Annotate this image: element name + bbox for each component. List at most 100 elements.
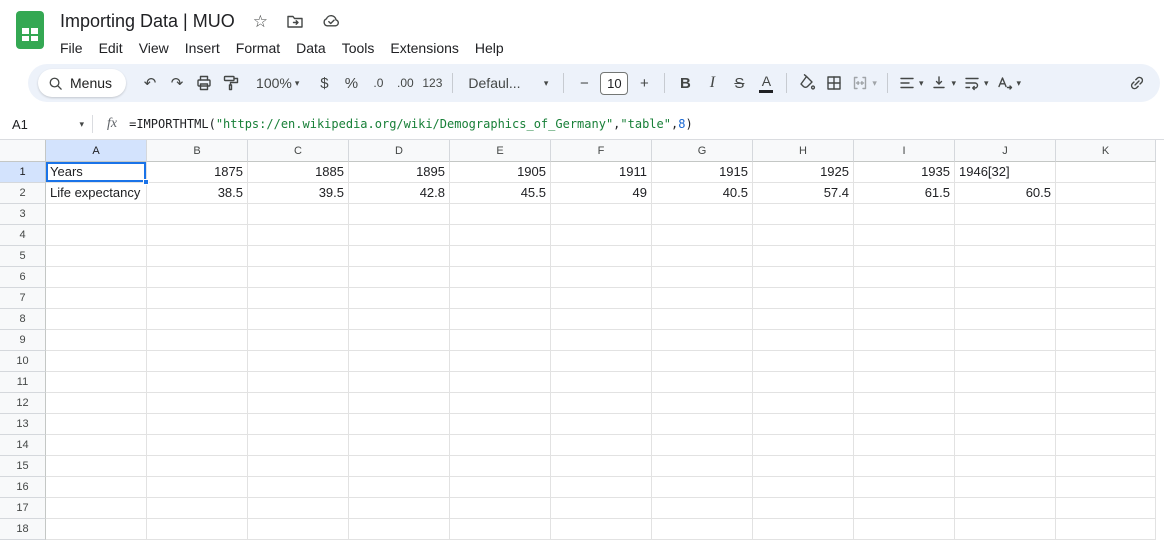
cell-C5[interactable] bbox=[248, 246, 349, 267]
cell-I14[interactable] bbox=[854, 435, 955, 456]
cell-E15[interactable] bbox=[450, 456, 551, 477]
cell-K16[interactable] bbox=[1056, 477, 1156, 498]
row-header-14[interactable]: 14 bbox=[0, 435, 46, 456]
cell-F12[interactable] bbox=[551, 393, 652, 414]
cell-G5[interactable] bbox=[652, 246, 753, 267]
cell-I1[interactable]: 1935 bbox=[854, 162, 955, 183]
cell-D4[interactable] bbox=[349, 225, 450, 246]
column-header-A[interactable]: A bbox=[46, 140, 147, 162]
menu-help[interactable]: Help bbox=[467, 37, 512, 59]
cell-I9[interactable] bbox=[854, 330, 955, 351]
menu-extensions[interactable]: Extensions bbox=[382, 37, 466, 59]
cell-B8[interactable] bbox=[147, 309, 248, 330]
cell-B4[interactable] bbox=[147, 225, 248, 246]
document-title[interactable]: Importing Data | MUO bbox=[60, 11, 235, 32]
format-currency-button[interactable]: $ bbox=[311, 69, 337, 97]
cell-A2[interactable]: Life expectancy bbox=[46, 183, 147, 204]
row-header-5[interactable]: 5 bbox=[0, 246, 46, 267]
cell-G16[interactable] bbox=[652, 477, 753, 498]
cell-I7[interactable] bbox=[854, 288, 955, 309]
cell-A3[interactable] bbox=[46, 204, 147, 225]
cell-G8[interactable] bbox=[652, 309, 753, 330]
row-header-17[interactable]: 17 bbox=[0, 498, 46, 519]
cell-K13[interactable] bbox=[1056, 414, 1156, 435]
search-menus-button[interactable]: Menus bbox=[38, 69, 127, 97]
cell-H9[interactable] bbox=[753, 330, 854, 351]
cell-H13[interactable] bbox=[753, 414, 854, 435]
cell-C3[interactable] bbox=[248, 204, 349, 225]
cell-E6[interactable] bbox=[450, 267, 551, 288]
cell-F10[interactable] bbox=[551, 351, 652, 372]
cell-B18[interactable] bbox=[147, 519, 248, 540]
cell-G7[interactable] bbox=[652, 288, 753, 309]
cell-B9[interactable] bbox=[147, 330, 248, 351]
cell-H5[interactable] bbox=[753, 246, 854, 267]
cell-F9[interactable] bbox=[551, 330, 652, 351]
row-header-2[interactable]: 2 bbox=[0, 183, 46, 204]
cell-E13[interactable] bbox=[450, 414, 551, 435]
cell-G9[interactable] bbox=[652, 330, 753, 351]
cell-J2[interactable]: 60.5 bbox=[955, 183, 1056, 204]
cell-B1[interactable]: 1875 bbox=[147, 162, 248, 183]
cell-E2[interactable]: 45.5 bbox=[450, 183, 551, 204]
row-header-8[interactable]: 8 bbox=[0, 309, 46, 330]
cell-K1[interactable] bbox=[1056, 162, 1156, 183]
cell-I12[interactable] bbox=[854, 393, 955, 414]
decrease-font-size-button[interactable]: − bbox=[571, 69, 597, 97]
cell-B12[interactable] bbox=[147, 393, 248, 414]
cell-B5[interactable] bbox=[147, 246, 248, 267]
insert-link-button[interactable] bbox=[1124, 69, 1150, 97]
cell-B13[interactable] bbox=[147, 414, 248, 435]
cell-K3[interactable] bbox=[1056, 204, 1156, 225]
fill-color-button[interactable] bbox=[794, 69, 820, 97]
row-header-13[interactable]: 13 bbox=[0, 414, 46, 435]
borders-button[interactable] bbox=[821, 69, 847, 97]
cell-K12[interactable] bbox=[1056, 393, 1156, 414]
cell-E5[interactable] bbox=[450, 246, 551, 267]
cell-D14[interactable] bbox=[349, 435, 450, 456]
cell-C12[interactable] bbox=[248, 393, 349, 414]
cell-F11[interactable] bbox=[551, 372, 652, 393]
cell-G6[interactable] bbox=[652, 267, 753, 288]
menu-insert[interactable]: Insert bbox=[177, 37, 228, 59]
cell-E3[interactable] bbox=[450, 204, 551, 225]
column-header-F[interactable]: F bbox=[551, 140, 652, 162]
column-header-C[interactable]: C bbox=[248, 140, 349, 162]
cell-J14[interactable] bbox=[955, 435, 1056, 456]
cell-D18[interactable] bbox=[349, 519, 450, 540]
cell-C11[interactable] bbox=[248, 372, 349, 393]
decrease-decimal-button[interactable]: .0 bbox=[365, 69, 391, 97]
cell-E1[interactable]: 1905 bbox=[450, 162, 551, 183]
cell-D13[interactable] bbox=[349, 414, 450, 435]
cell-C16[interactable] bbox=[248, 477, 349, 498]
cell-D10[interactable] bbox=[349, 351, 450, 372]
cell-A8[interactable] bbox=[46, 309, 147, 330]
cell-G4[interactable] bbox=[652, 225, 753, 246]
cell-E16[interactable] bbox=[450, 477, 551, 498]
cell-I16[interactable] bbox=[854, 477, 955, 498]
cell-F1[interactable]: 1911 bbox=[551, 162, 652, 183]
cell-J7[interactable] bbox=[955, 288, 1056, 309]
cell-K9[interactable] bbox=[1056, 330, 1156, 351]
column-header-D[interactable]: D bbox=[349, 140, 450, 162]
cell-E14[interactable] bbox=[450, 435, 551, 456]
cell-B11[interactable] bbox=[147, 372, 248, 393]
cell-C1[interactable]: 1885 bbox=[248, 162, 349, 183]
cell-K5[interactable] bbox=[1056, 246, 1156, 267]
cell-H11[interactable] bbox=[753, 372, 854, 393]
cell-J6[interactable] bbox=[955, 267, 1056, 288]
cell-C10[interactable] bbox=[248, 351, 349, 372]
cell-A4[interactable] bbox=[46, 225, 147, 246]
cell-J13[interactable] bbox=[955, 414, 1056, 435]
text-color-button[interactable]: A bbox=[753, 69, 779, 97]
cell-I15[interactable] bbox=[854, 456, 955, 477]
cell-G12[interactable] bbox=[652, 393, 753, 414]
cell-A18[interactable] bbox=[46, 519, 147, 540]
cell-H1[interactable]: 1925 bbox=[753, 162, 854, 183]
cell-A15[interactable] bbox=[46, 456, 147, 477]
menu-tools[interactable]: Tools bbox=[334, 37, 383, 59]
cell-F17[interactable] bbox=[551, 498, 652, 519]
cell-B14[interactable] bbox=[147, 435, 248, 456]
cell-F4[interactable] bbox=[551, 225, 652, 246]
cell-A16[interactable] bbox=[46, 477, 147, 498]
